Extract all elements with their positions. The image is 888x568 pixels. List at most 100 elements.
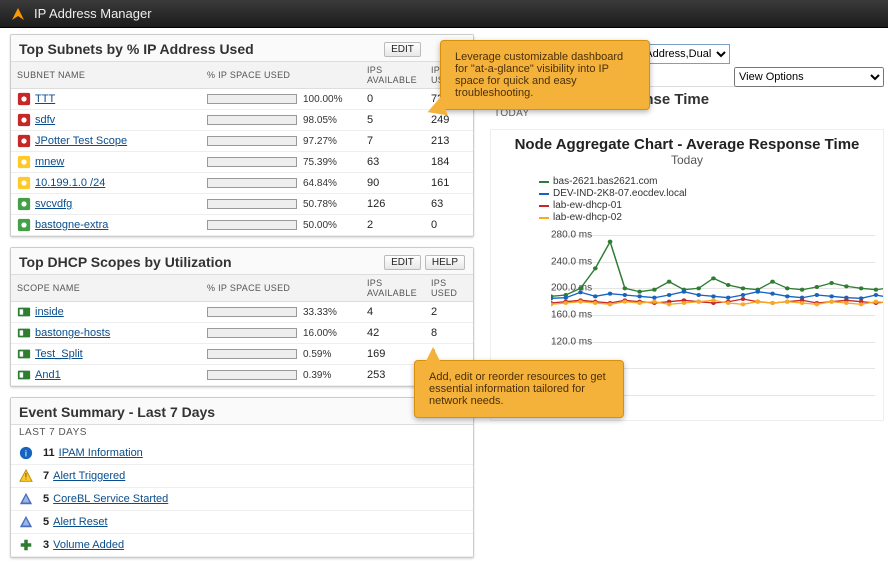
usage-bar <box>207 370 297 380</box>
subnet-icon <box>17 197 31 211</box>
col-pct-used: % IP SPACE USED <box>201 275 361 302</box>
col-scope-name: SCOPE NAME <box>11 275 201 302</box>
subnet-icon <box>17 113 31 127</box>
event-count: 3 <box>43 539 49 551</box>
plus-icon <box>19 538 33 552</box>
row-name[interactable]: Test_Split <box>35 348 83 360</box>
col-pct-used: % IP SPACE USED <box>201 62 361 89</box>
app-logo-icon <box>10 6 26 22</box>
reset-icon <box>19 515 33 529</box>
row-name[interactable]: 10.199.1.0 /24 <box>35 177 105 189</box>
usage-bar <box>207 136 297 146</box>
usage-pct: 50.00% <box>303 220 337 231</box>
table-row[interactable]: JPotter Test Scope97.27%7213 <box>11 131 473 152</box>
panel-top-subnets: Top Subnets by % IP Address Used EDIT HE… <box>10 34 474 237</box>
row-name[interactable]: inside <box>35 306 64 318</box>
svc-icon <box>19 492 33 506</box>
callout-resources: Add, edit or reorder resources to get es… <box>414 360 624 418</box>
scope-icon <box>17 368 31 382</box>
edit-button[interactable]: EDIT <box>384 42 421 57</box>
legend-swatch <box>539 217 549 219</box>
callout-dashboard: Leverage customizable dashboard for "at-… <box>440 40 650 110</box>
subnet-icon <box>17 155 31 169</box>
event-row[interactable]: i 11 IPAM Information <box>11 442 473 465</box>
legend-swatch <box>539 193 549 195</box>
chart-title: Node Aggregate Chart - Average Response … <box>491 130 883 153</box>
panel-title-subnets: Top Subnets by % IP Address Used <box>19 41 380 57</box>
event-label[interactable]: Alert Triggered <box>53 470 125 482</box>
events-subtitle: LAST 7 DAYS <box>11 425 473 442</box>
app-title: IP Address Manager <box>34 0 152 28</box>
event-row[interactable]: 5Alert Reset <box>11 511 473 534</box>
ips-available: 126 <box>361 194 425 215</box>
ips-available: 7 <box>361 131 425 152</box>
ips-used: 213 <box>425 131 473 152</box>
panel-events: Event Summary - Last 7 Days EDIT LAST 7 … <box>10 397 474 558</box>
ips-used: 184 <box>425 152 473 173</box>
ips-available: 5 <box>361 110 425 131</box>
usage-bar <box>207 94 297 104</box>
usage-bar <box>207 307 297 317</box>
ips-available: 4 <box>361 302 425 323</box>
event-count: 11 <box>43 447 55 459</box>
usage-pct: 16.00% <box>303 328 337 339</box>
event-label[interactable]: IPAM Information <box>59 447 143 459</box>
event-count: 5 <box>43 493 49 505</box>
table-row[interactable]: bastonge-hosts16.00%428 <box>11 323 473 344</box>
usage-pct: 0.59% <box>303 349 331 360</box>
usage-bar <box>207 199 297 209</box>
panel-title-events: Event Summary - Last 7 Days <box>19 404 424 420</box>
event-label[interactable]: Volume Added <box>53 539 124 551</box>
row-name[interactable]: TTT <box>35 93 55 105</box>
usage-bar <box>207 157 297 167</box>
col-ips-avail: IPS AVAILABLE <box>361 62 425 89</box>
usage-pct: 75.39% <box>303 157 337 168</box>
table-row[interactable]: svcvdfg50.78%12663 <box>11 194 473 215</box>
event-row[interactable]: !7Alert Triggered <box>11 465 473 488</box>
table-row[interactable]: 10.199.1.0 /2464.84%90161 <box>11 173 473 194</box>
ips-used: 8 <box>425 323 473 344</box>
table-row[interactable]: Test_Split0.59%1691 <box>11 344 473 365</box>
legend-label: bas-2621.bas2621.com <box>553 176 658 187</box>
edit-button[interactable]: EDIT <box>384 255 421 270</box>
legend-item: lab-ew-dhcp-02 <box>539 212 879 223</box>
event-count: 7 <box>43 470 49 482</box>
ips-used: 2 <box>425 302 473 323</box>
help-button[interactable]: HELP <box>425 255 465 270</box>
ips-available: 63 <box>361 152 425 173</box>
panel-top-dhcp: Top DHCP Scopes by Utilization EDIT HELP… <box>10 247 474 387</box>
legend-label: lab-ew-dhcp-01 <box>553 200 622 211</box>
legend-item: bas-2621.bas2621.com <box>539 176 879 187</box>
ips-used: 63 <box>425 194 473 215</box>
table-row[interactable]: TTT100.00%072 <box>11 89 473 110</box>
info-icon: i <box>19 446 33 460</box>
view-options-select[interactable]: View Options <box>734 67 884 87</box>
usage-pct: 100.00% <box>303 94 342 105</box>
event-label[interactable]: Alert Reset <box>53 516 107 528</box>
table-row[interactable]: bastogne-extra50.00%20 <box>11 215 473 236</box>
table-row[interactable]: mnew 75.39% 63184 <box>11 152 473 173</box>
row-name[interactable]: JPotter Test Scope <box>35 135 127 147</box>
usage-bar <box>207 178 297 188</box>
row-name[interactable]: bastonge-hosts <box>35 327 110 339</box>
row-name[interactable]: bastogne-extra <box>35 219 108 231</box>
table-row[interactable]: sdfv98.05%5249 <box>11 110 473 131</box>
row-name[interactable]: mnew <box>35 156 64 168</box>
usage-bar <box>207 220 297 230</box>
col-ips-avail: IPS AVAILABLE <box>361 275 425 302</box>
row-name[interactable]: svcvdfg <box>35 198 72 210</box>
row-name[interactable]: And1 <box>35 369 61 381</box>
chart-subtitle: Today <box>491 153 883 171</box>
usage-pct: 0.39% <box>303 370 331 381</box>
subnet-icon <box>17 92 31 106</box>
table-row[interactable]: inside33.33%42 <box>11 302 473 323</box>
table-row[interactable]: And10.39%2531 <box>11 365 473 386</box>
ips-available: 2 <box>361 215 425 236</box>
col-subnet-name: SUBNET NAME <box>11 62 201 89</box>
event-label[interactable]: CoreBL Service Started <box>53 493 168 505</box>
subnets-table: SUBNET NAME % IP SPACE USED IPS AVAILABL… <box>11 62 473 236</box>
row-name[interactable]: sdfv <box>35 114 55 126</box>
dhcp-table: SCOPE NAME % IP SPACE USED IPS AVAILABLE… <box>11 275 473 386</box>
event-row[interactable]: 3 Volume Added <box>11 534 473 557</box>
ips-available: 90 <box>361 173 425 194</box>
